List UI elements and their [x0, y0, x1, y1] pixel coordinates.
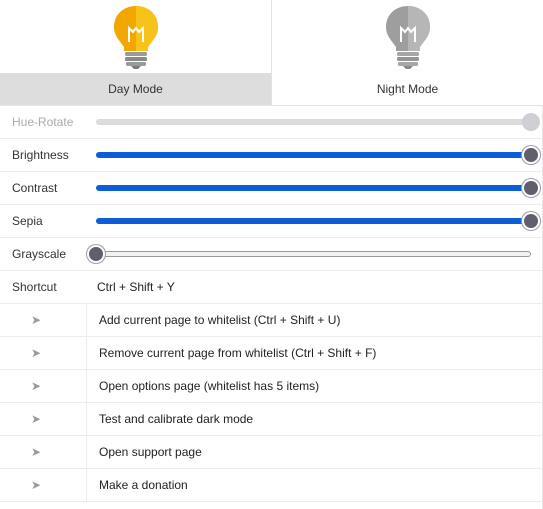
arrow-glyph: ➤ [30, 445, 42, 459]
action-list: ➤ Add current page to whitelist (Ctrl + … [0, 304, 543, 502]
night-mode-button[interactable]: Night Mode [271, 0, 543, 105]
arrow-glyph: ➤ [30, 478, 42, 492]
contrast-label: Contrast [12, 181, 58, 195]
lightbulb-off-icon [385, 6, 430, 69]
open-options-action[interactable]: ➤ Open options page (whitelist has 5 ite… [0, 370, 543, 403]
add-to-whitelist-action[interactable]: ➤ Add current page to whitelist (Ctrl + … [0, 304, 543, 337]
night-mode-label: Night Mode [376, 82, 439, 96]
grayscale-label: Grayscale [12, 247, 67, 261]
action-label: Make a donation [99, 478, 188, 492]
slider-track [96, 218, 531, 224]
action-label: Open support page [99, 445, 202, 459]
slider-track [96, 119, 531, 125]
day-mode-button[interactable]: Day Mode [0, 0, 271, 105]
open-support-action[interactable]: ➤ Open support page [0, 436, 543, 469]
action-label: Test and calibrate dark mode [99, 412, 254, 426]
contrast-slider[interactable] [96, 172, 540, 204]
brightness-label: Brightness [12, 148, 69, 162]
action-label: Add current page to whitelist (Ctrl + Sh… [99, 313, 341, 327]
day-mode-label: Day Mode [0, 73, 271, 105]
shortcut-row: Shortcut Ctrl + Shift + Y [0, 271, 543, 304]
action-label: Open options page (whitelist has 5 items… [99, 379, 320, 393]
shortcut-value: Ctrl + Shift + Y [97, 280, 175, 294]
slider-track [96, 251, 531, 257]
sepia-row: Sepia [0, 205, 543, 238]
brightness-row: Brightness [0, 139, 543, 172]
slider-track [96, 185, 531, 191]
shortcut-label: Shortcut [12, 280, 57, 294]
hue-rotate-slider[interactable] [96, 106, 540, 138]
mode-switcher: Day Mode Night Mode [0, 0, 543, 106]
slider-thumb[interactable] [522, 179, 540, 197]
arrow-glyph: ➤ [30, 379, 42, 393]
contrast-row: Contrast [0, 172, 543, 205]
arrow-glyph: ➤ [30, 346, 42, 360]
hue-rotate-label: Hue-Rotate [12, 115, 74, 129]
grayscale-slider[interactable] [87, 238, 531, 270]
arrow-right-icon: ➤ [0, 337, 87, 369]
arrow-glyph: ➤ [30, 313, 42, 327]
lightbulb-on-icon [113, 6, 158, 69]
slider-thumb[interactable] [87, 245, 105, 263]
brightness-slider[interactable] [96, 139, 540, 171]
arrow-right-icon: ➤ [0, 469, 87, 501]
slider-track [96, 152, 531, 158]
slider-fill [96, 218, 531, 224]
slider-thumb[interactable] [522, 146, 540, 164]
arrow-right-icon: ➤ [0, 304, 87, 336]
arrow-glyph: ➤ [30, 412, 42, 426]
arrow-right-icon: ➤ [0, 370, 87, 402]
grayscale-row: Grayscale [0, 238, 543, 271]
slider-fill [96, 152, 531, 158]
hue-rotate-row: Hue-Rotate [0, 106, 543, 139]
make-donation-action[interactable]: ➤ Make a donation [0, 469, 543, 502]
action-label: Remove current page from whitelist (Ctrl… [99, 346, 377, 360]
slider-fill [96, 185, 531, 191]
test-calibrate-action[interactable]: ➤ Test and calibrate dark mode [0, 403, 543, 436]
slider-thumb[interactable] [522, 212, 540, 230]
arrow-right-icon: ➤ [0, 436, 87, 468]
sepia-slider[interactable] [96, 205, 540, 237]
sepia-label: Sepia [12, 214, 43, 228]
remove-from-whitelist-action[interactable]: ➤ Remove current page from whitelist (Ct… [0, 337, 543, 370]
arrow-right-icon: ➤ [0, 403, 87, 435]
slider-thumb[interactable] [522, 113, 540, 131]
